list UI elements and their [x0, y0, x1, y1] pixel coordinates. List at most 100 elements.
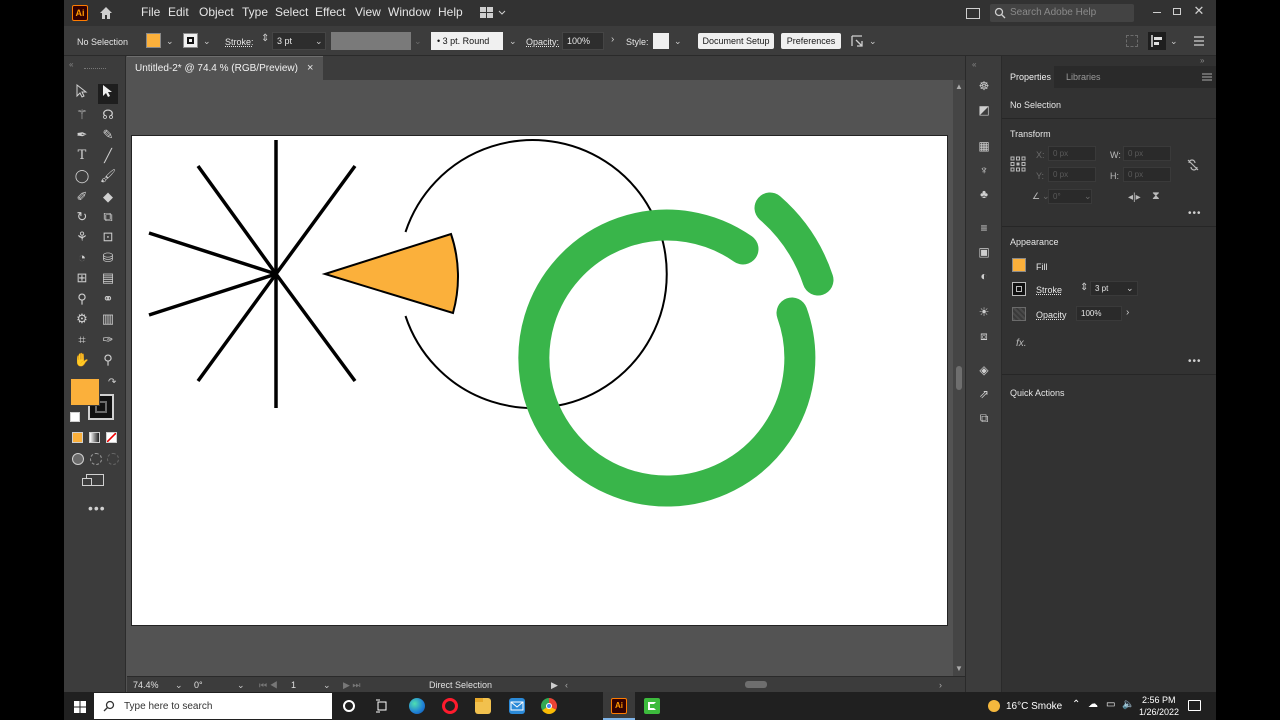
default-fill-stroke-icon[interactable] [70, 412, 80, 422]
blend-tool-icon[interactable]: ⚭ [98, 289, 118, 309]
horizontal-scroll-thumb[interactable] [745, 681, 767, 688]
type-tool-icon[interactable]: T [72, 146, 92, 166]
transparency-panel-icon[interactable]: ◐ [976, 268, 992, 284]
draw-normal-icon[interactable] [72, 453, 84, 465]
edit-toolbar-icon[interactable]: ••• [88, 500, 106, 516]
align-dropdown-icon[interactable]: ⌄ [1170, 36, 1178, 47]
direct-selection-tool-icon[interactable] [98, 84, 118, 104]
variable-width-profile[interactable] [331, 32, 411, 50]
warp-tool-icon[interactable]: ⚘ [72, 227, 92, 247]
rotate-dropdown-icon[interactable]: ⌄ [1084, 191, 1092, 202]
status-menu-icon[interactable]: ▶ [551, 680, 558, 691]
stroke-weight-stepper-icon[interactable]: ⇕ [1080, 282, 1088, 293]
screen-mode-icon[interactable] [82, 474, 104, 486]
h-field[interactable]: 0 px [1123, 167, 1171, 182]
stroke-panel-icon[interactable]: ≡ [976, 220, 992, 236]
document-setup-button[interactable]: Document Setup [698, 33, 774, 49]
menu-effect[interactable]: Effect [315, 5, 345, 19]
shape-builder-tool-icon[interactable]: ◔ [72, 248, 92, 268]
gradient-panel-icon[interactable]: ▣ [976, 244, 992, 260]
line-segment-tool-icon[interactable]: ╱ [98, 146, 118, 166]
export-panel-icon[interactable]: ⇗ [976, 386, 992, 402]
eyedropper-tool-icon[interactable]: ⚲ [72, 289, 92, 309]
opera-browser-icon[interactable] [442, 698, 458, 714]
volume-icon[interactable]: 🔈 [1122, 699, 1134, 710]
brush-definition[interactable]: • 3 pt. Round [431, 32, 503, 50]
appearance-stroke-swatch[interactable] [1012, 282, 1026, 296]
tab-properties[interactable]: Properties [1010, 72, 1051, 82]
pen-tool-icon[interactable]: ✒ [72, 125, 92, 145]
opacity-arrow-icon[interactable]: › [611, 34, 614, 45]
document-tab[interactable]: Untitled-2* @ 74.4 % (RGB/Preview) × [127, 56, 323, 80]
windows-start-icon[interactable] [74, 700, 86, 713]
symbols-panel-icon[interactable]: ♣ [976, 186, 992, 202]
chrome-browser-icon[interactable] [541, 698, 557, 714]
close-window-button[interactable]: ✕ [1192, 3, 1206, 19]
appearance-panel-icon[interactable]: ☀ [976, 304, 992, 320]
y-field[interactable]: 0 px [1048, 167, 1096, 182]
none-mode-icon[interactable] [106, 432, 117, 443]
tab-libraries[interactable]: Libraries [1066, 72, 1101, 82]
profile-dropdown-icon[interactable]: ⌄ [414, 36, 422, 47]
color-mode-icon[interactable] [72, 432, 83, 443]
artboard-dropdown-icon[interactable]: ⌄ [323, 680, 331, 691]
file-explorer-icon[interactable] [475, 698, 491, 714]
opacity-arrow-icon[interactable]: › [1126, 307, 1129, 318]
fill-dropdown-icon[interactable]: ⌄ [166, 36, 174, 47]
scale-tool-icon[interactable]: ⧉ [98, 207, 118, 227]
opacity-label[interactable]: Opacity: [526, 37, 559, 47]
transform-panel-icon[interactable]: ⧉ [976, 410, 992, 426]
cloud-icon[interactable]: ☁ [1088, 699, 1098, 710]
shaper-tool-icon[interactable]: ✐ [72, 187, 92, 207]
pie-slice-orange[interactable] [321, 232, 459, 315]
panel-strip-grip[interactable]: « [972, 60, 976, 69]
preferences-button[interactable]: Preferences [781, 33, 841, 49]
rotation-dropdown-icon[interactable]: ⌄ [237, 680, 245, 691]
weather-icon[interactable] [988, 700, 1000, 712]
scroll-up-arrow[interactable]: ▲ [955, 82, 963, 91]
help-search-input[interactable]: Search Adobe Help [990, 4, 1134, 22]
minimize-button[interactable] [1150, 5, 1164, 19]
camtasia-icon[interactable] [644, 698, 660, 714]
eraser-tool-icon[interactable]: ◆ [98, 187, 118, 207]
selection-tool-icon[interactable] [72, 83, 92, 104]
symbol-sprayer-tool-icon[interactable]: ⚙ [72, 309, 92, 329]
scroll-down-arrow[interactable]: ▼ [955, 664, 963, 673]
cortana-icon[interactable] [343, 700, 355, 712]
appearance-stroke-label[interactable]: Stroke [1036, 285, 1062, 295]
appearance-more-options-icon[interactable]: ••• [1188, 356, 1202, 367]
artboard-tool-icon[interactable]: ⌗ [72, 330, 92, 350]
edge-browser-icon[interactable] [409, 698, 425, 714]
clock-time[interactable]: 2:56 PM [1142, 695, 1176, 705]
menu-view[interactable]: View [355, 5, 381, 19]
draw-inside-icon[interactable] [107, 453, 119, 465]
appearance-opacity-field[interactable]: 100% [1076, 306, 1122, 321]
menu-window[interactable]: Window [388, 5, 431, 19]
next-artboard-icon[interactable]: ▶ ⏭ [343, 680, 361, 691]
artboard-number[interactable]: 1 [291, 680, 296, 690]
vertical-scrollbar[interactable]: ▲ ▼ [953, 80, 965, 676]
stroke-stepper-icon[interactable]: ⇕ [261, 33, 269, 44]
paintbrush-tool-icon[interactable]: 🖌 [98, 166, 118, 186]
appearance-fill-swatch[interactable] [1012, 258, 1026, 272]
fill-swatch[interactable] [146, 33, 161, 48]
network-icon[interactable]: ▭ [1106, 699, 1115, 710]
rotation-value[interactable]: 0° [194, 680, 203, 690]
props-panel-grip[interactable]: » [1200, 56, 1204, 65]
taskbar-search-box[interactable]: Type here to search [94, 693, 332, 719]
arrange-icon[interactable] [850, 34, 864, 48]
illustrator-taskbar-item[interactable]: Ai [603, 692, 635, 720]
column-graph-tool-icon[interactable]: ▥ [98, 309, 118, 329]
flip-horizontal-icon[interactable]: ◂|▸ [1128, 192, 1141, 203]
arrange-documents-icon[interactable] [966, 8, 980, 19]
menu-select[interactable]: Select [275, 5, 308, 19]
first-artboard-icon[interactable]: ⏮ ◀ [259, 680, 278, 691]
zoom-dropdown-icon[interactable]: ⌄ [175, 680, 183, 691]
restore-button[interactable] [1170, 5, 1184, 19]
notifications-icon[interactable] [1188, 700, 1201, 711]
fx-icon[interactable]: fx. [1016, 338, 1027, 349]
mail-app-icon[interactable] [509, 698, 525, 714]
weather-text[interactable]: 16°C Smoke [1006, 701, 1062, 712]
artboards-panel-icon[interactable]: ▦ [976, 138, 992, 154]
tray-overflow-icon[interactable]: ⌃ [1072, 699, 1080, 710]
